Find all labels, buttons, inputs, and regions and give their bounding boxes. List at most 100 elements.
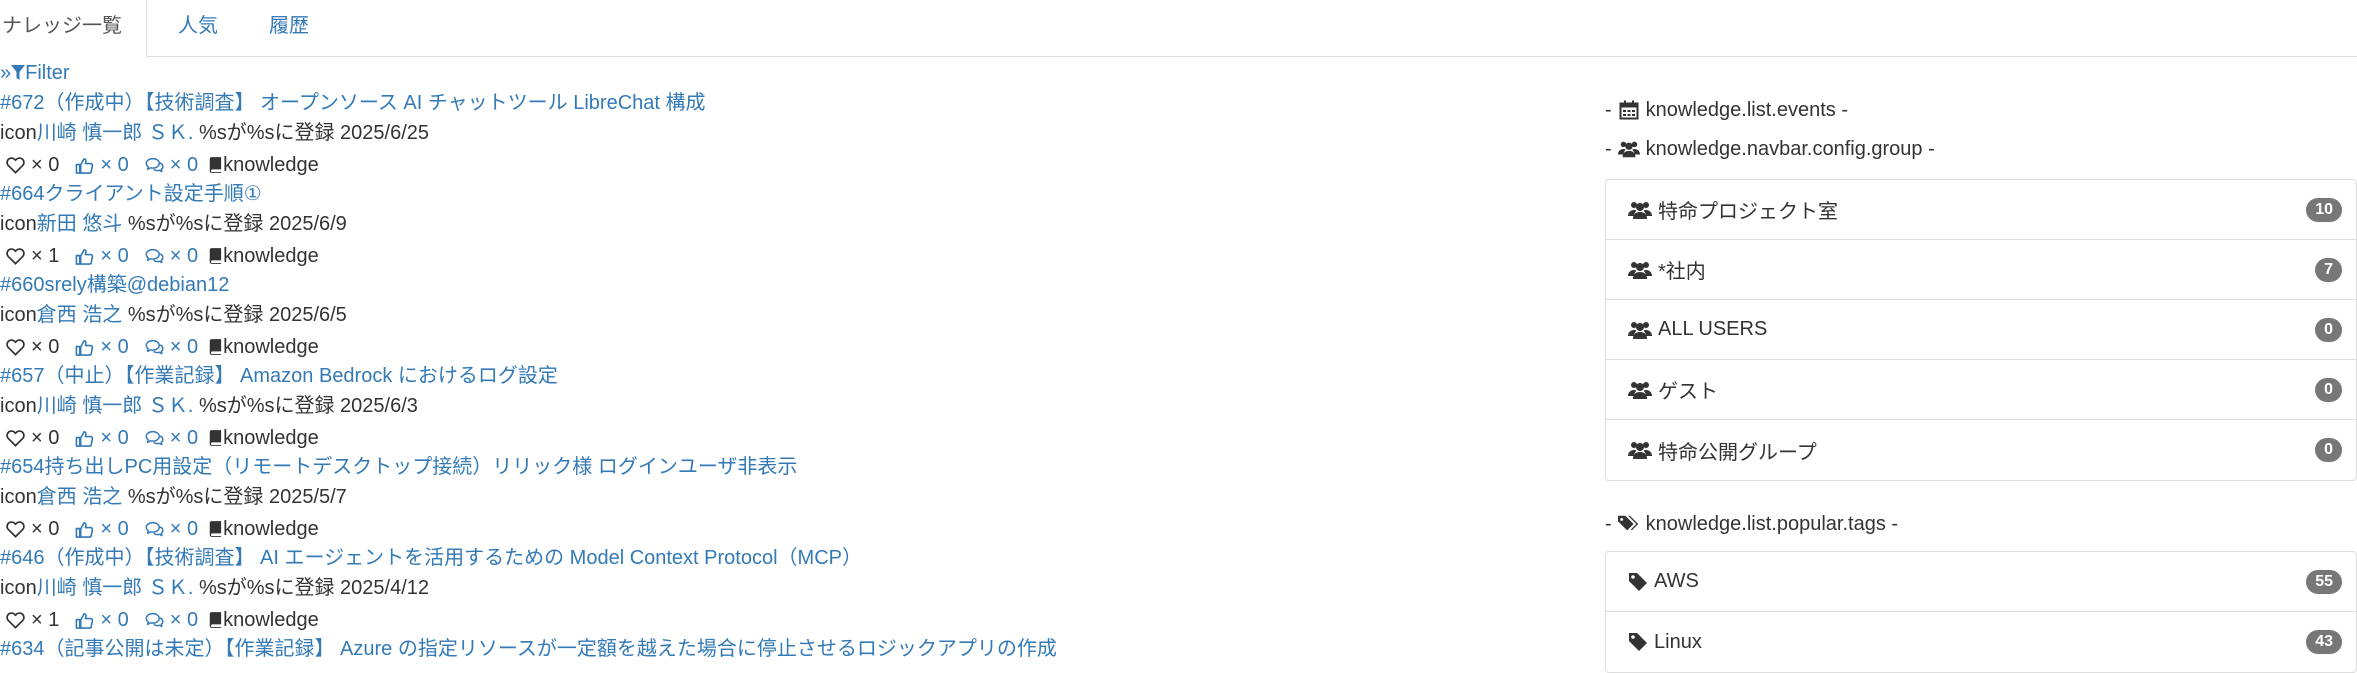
knowledge-entry: #654持ち出しPC用設定（リモートデスクトップ接続）リリック様 ログインユーザ… [0, 454, 1560, 544]
author-link[interactable]: 川崎 慎一郎 ＳＫ. [37, 122, 194, 144]
registered-text: %sが%sに登録 2025/6/9 [127, 213, 347, 235]
tab-knowledge-list[interactable]: ナレッジ一覧 [0, 0, 147, 58]
registered-text: %sが%sに登録 2025/6/5 [127, 304, 347, 326]
tag-item[interactable]: Linux 43 [1606, 612, 2356, 672]
entry-meta: icon新田 悠斗 %sが%sに登録 2025/6/9 [0, 211, 1560, 241]
thumbs-up-icon [75, 339, 94, 356]
template-label: knowledge [223, 336, 319, 358]
point-count[interactable]: × 0 [69, 334, 129, 360]
template-label: knowledge [223, 154, 319, 176]
group-item[interactable]: 特命公開グループ 0 [1606, 420, 2356, 480]
group-item[interactable]: *社内 7 [1606, 240, 2356, 300]
filter-icon [11, 65, 26, 80]
entry-title-link[interactable]: #664クライアント設定手順① [0, 181, 1560, 211]
author-link[interactable]: 川崎 慎一郎 ＳＫ. [37, 395, 194, 417]
comment-count-value: × 0 [169, 518, 199, 540]
tab-bar: ナレッジ一覧 人気 履歴 [0, 0, 2357, 58]
heart-icon [6, 429, 25, 447]
group-name: *社内 [1658, 261, 1706, 283]
comments-icon [145, 339, 164, 354]
comments-icon [145, 430, 164, 445]
comment-count[interactable]: × 0 [139, 152, 198, 178]
point-count-value: × 0 [100, 154, 129, 176]
entry-stats: × 1 × 0 × 0 knowledge [0, 605, 1560, 635]
template-label: knowledge [223, 427, 319, 449]
filter-toggle[interactable]: » Filter [0, 60, 70, 86]
entry-meta: icon倉西 浩之 %sが%sに登録 2025/5/7 [0, 484, 1560, 514]
template-label: knowledge [223, 518, 319, 540]
group-icon [1628, 442, 1652, 459]
point-count-value: × 0 [100, 245, 129, 267]
heart-icon [6, 156, 25, 174]
author-link[interactable]: 倉西 浩之 [37, 304, 123, 326]
like-count[interactable]: × 0 [0, 152, 59, 178]
like-count[interactable]: × 0 [0, 425, 59, 451]
point-count[interactable]: × 0 [69, 516, 129, 542]
group-icon [1628, 321, 1652, 339]
knowledge-entry: #657（中止）【作業記録】 Amazon Bedrock におけるログ設定 i… [0, 363, 1560, 453]
tags-icon [1617, 515, 1638, 531]
like-count[interactable]: × 1 [0, 243, 59, 269]
template-type: knowledge [208, 243, 319, 269]
entry-title-link[interactable]: #654持ち出しPC用設定（リモートデスクトップ接続）リリック様 ログインユーザ… [0, 454, 1560, 484]
events-heading-label: knowledge.list.events [1645, 99, 1836, 121]
point-count[interactable]: × 0 [69, 243, 129, 269]
entry-meta: icon川崎 慎一郎 ＳＫ. %sが%sに登録 2025/6/25 [0, 120, 1560, 150]
comment-count[interactable]: × 0 [139, 516, 198, 542]
like-count[interactable]: × 1 [0, 607, 59, 633]
point-count-value: × 0 [100, 336, 129, 358]
group-name: 特命公開グループ [1658, 441, 1817, 464]
comments-icon [145, 157, 164, 172]
group-count-badge: 0 [2315, 438, 2342, 462]
entry-title-link[interactable]: #657（中止）【作業記録】 Amazon Bedrock におけるログ設定 [0, 363, 1560, 393]
like-count[interactable]: × 0 [0, 516, 59, 542]
group-count-badge: 0 [2315, 317, 2342, 342]
group-item[interactable]: ALL USERS 0 [1606, 300, 2356, 360]
point-count[interactable]: × 0 [69, 152, 129, 178]
entry-title-link[interactable]: #634（記事公開は未定）【作業記録】 Azure の指定リソースが一定額を越え… [0, 636, 1560, 666]
tab-history[interactable]: 履歴 [245, 0, 333, 57]
like-count[interactable]: × 0 [0, 334, 59, 360]
template-label: knowledge [223, 609, 319, 631]
heart-icon [6, 247, 25, 265]
point-count[interactable]: × 0 [69, 425, 129, 451]
author-avatar: icon [0, 122, 37, 144]
group-icon [1628, 201, 1652, 219]
registered-text: %sが%sに登録 2025/4/12 [198, 577, 430, 599]
entry-meta: icon川崎 慎一郎 ＳＫ. %sが%sに登録 2025/4/12 [0, 575, 1560, 605]
entry-title-link[interactable]: #660srely構築@debian12 [0, 272, 1560, 302]
group-item[interactable]: 特命プロジェクト室 10 [1606, 180, 2356, 240]
group-item[interactable]: ゲスト 0 [1606, 360, 2356, 420]
groups-panel: 特命プロジェクト室 10 *社内 7 ALL USERS 0 ゲスト 0 特命公開グループ 0 [1605, 179, 2357, 481]
author-avatar: icon [0, 304, 37, 326]
heart-icon [6, 338, 25, 356]
tag-count-badge: 43 [2306, 630, 2342, 654]
comment-count[interactable]: × 0 [139, 425, 198, 451]
book-icon [209, 157, 222, 173]
comment-count[interactable]: × 0 [139, 334, 198, 360]
comment-count[interactable]: × 0 [139, 243, 198, 269]
comment-count[interactable]: × 0 [139, 607, 198, 633]
registered-text: %sが%sに登録 2025/6/3 [198, 395, 418, 417]
author-link[interactable]: 川崎 慎一郎 ＳＫ. [37, 577, 194, 599]
author-avatar: icon [0, 395, 37, 417]
book-icon [209, 612, 222, 628]
tag-item[interactable]: AWS 55 [1606, 552, 2356, 612]
groups-heading: - knowledge.navbar.config.group - [1605, 138, 1935, 160]
events-heading: - knowledge.list.events - [1605, 99, 1848, 121]
like-count-value: × 1 [31, 245, 60, 267]
entry-title-link[interactable]: #646（作成中）【技術調査】 AI エージェントを活用するための Model … [0, 545, 1560, 575]
thumbs-up-icon [75, 248, 94, 265]
entry-stats: × 0 × 0 × 0 knowledge [0, 150, 1560, 180]
comment-count-value: × 0 [169, 609, 199, 631]
thumbs-up-icon [75, 430, 94, 447]
group-name: 特命プロジェクト室 [1658, 201, 1838, 223]
tab-popular[interactable]: 人気 [154, 0, 242, 57]
author-link[interactable]: 倉西 浩之 [37, 486, 123, 508]
entry-meta: icon川崎 慎一郎 ＳＫ. %sが%sに登録 2025/6/3 [0, 393, 1560, 423]
entry-title-link[interactable]: #672（作成中）【技術調査】 オープンソース AI チャットツール Libre… [0, 90, 1560, 120]
comment-count-value: × 0 [169, 336, 199, 358]
point-count[interactable]: × 0 [69, 607, 129, 633]
author-link[interactable]: 新田 悠斗 [37, 213, 123, 235]
knowledge-entry: #664クライアント設定手順① icon新田 悠斗 %sが%sに登録 2025/… [0, 181, 1560, 271]
